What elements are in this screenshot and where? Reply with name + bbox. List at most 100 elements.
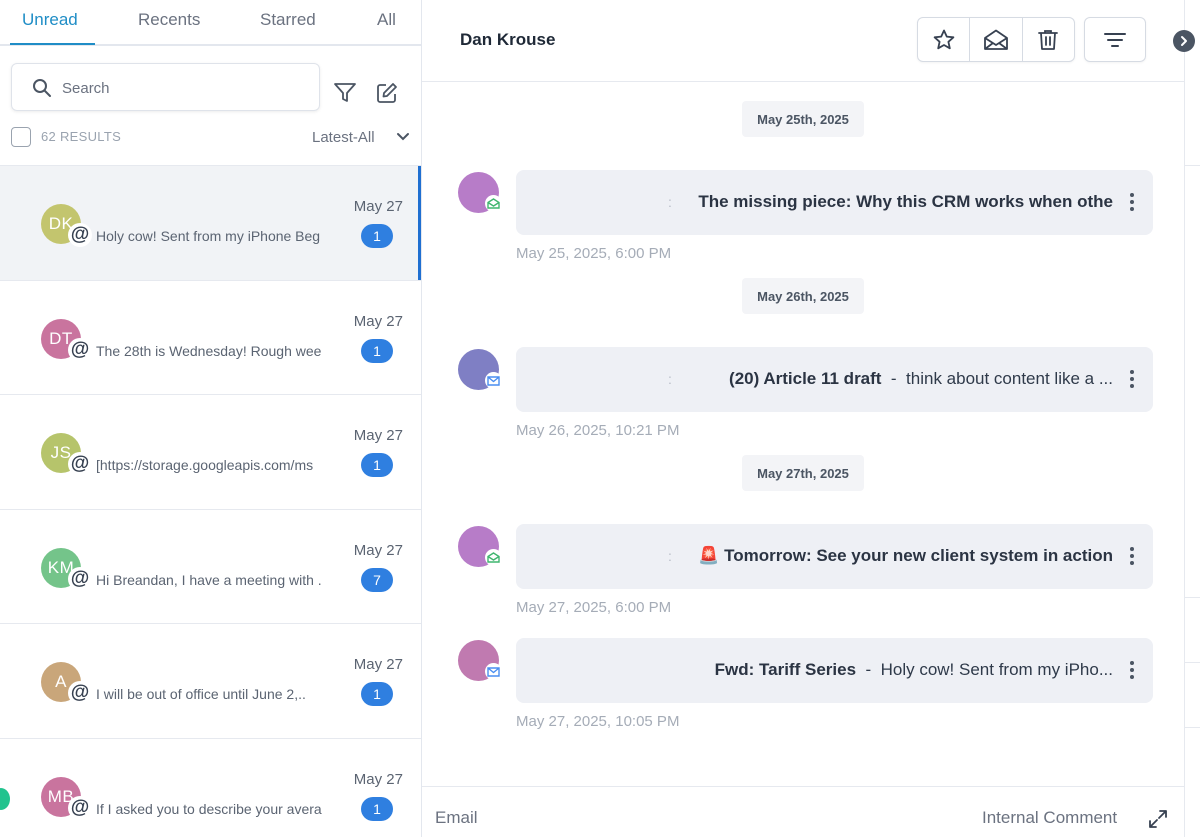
message-timestamp: May 27, 2025, 10:05 PM — [516, 713, 680, 730]
conversation-list: DK @ Holy cow! Sent from my iPhone Beg M… — [0, 165, 421, 837]
mark-unread-button[interactable] — [969, 18, 1021, 61]
unread-count-badge: 7 — [361, 567, 393, 592]
search-input[interactable] — [62, 77, 302, 99]
conversation-snippet: Hi Breandan, I have a meeting with . — [96, 571, 322, 588]
conversation-detail-panel: Dan Krouse May 25th, 2025 May 26th, 2025… — [422, 0, 1184, 837]
composer-tab-internal-comment[interactable]: Internal Comment — [982, 808, 1117, 828]
message-bubble[interactable]: : The missing piece: Why this CRM works … — [516, 170, 1153, 235]
message-status-mark: : — [668, 371, 672, 387]
email-opened-icon — [485, 549, 502, 566]
conversation-item[interactable]: MB @ If I asked you to describe your ave… — [0, 737, 421, 837]
conversation-item[interactable]: DT @ The 28th is Wednesday! Rough wee Ma… — [0, 279, 421, 395]
more-vertical-icon[interactable] — [1129, 544, 1135, 568]
more-vertical-icon[interactable] — [1129, 658, 1135, 682]
search-box[interactable] — [11, 63, 320, 111]
star-icon — [933, 29, 954, 49]
conversation-item[interactable]: JS @ [https://storage.googleapis.com/ms … — [0, 394, 421, 509]
mention-icon: @ — [68, 566, 92, 591]
conversation-item[interactable]: DK @ Holy cow! Sent from my iPhone Beg M… — [0, 165, 421, 280]
message-subject: (20) Article 11 draft - think about cont… — [729, 369, 1113, 388]
conversation-tabs: Unread Recents Starred All — [0, 0, 421, 46]
unread-count-badge: 1 — [361, 224, 393, 248]
conversation-snippet: Holy cow! Sent from my iPhone Beg — [96, 228, 321, 244]
conversation-date: May 27 — [353, 198, 403, 215]
chevron-down-icon[interactable] — [396, 132, 410, 142]
message-preview: think about content like a ... — [906, 369, 1113, 388]
date-separator: May 26th, 2025 — [742, 278, 864, 314]
message-bubble[interactable]: Fwd: Tariff Series - Holy cow! Sent from… — [516, 638, 1153, 703]
conversations-app: Unread Recents Starred All 62 RESULTS La… — [0, 0, 1200, 837]
email-icon — [485, 372, 502, 389]
divider — [1185, 597, 1200, 598]
sort-dropdown[interactable]: Latest-All — [312, 129, 375, 146]
divider — [1185, 727, 1200, 728]
search-icon — [33, 79, 51, 97]
more-vertical-icon[interactable] — [1129, 190, 1135, 214]
contact-name[interactable]: Dan Krouse — [460, 30, 555, 50]
conversation-snippet: [https://storage.googleapis.com/ms — [96, 457, 314, 473]
conversation-actions — [917, 17, 1075, 62]
mention-icon: @ — [68, 337, 92, 362]
mention-icon: @ — [68, 795, 92, 820]
unread-count-badge: 1 — [361, 453, 393, 477]
message-timestamp: May 26, 2025, 10:21 PM — [516, 422, 680, 439]
unread-count-badge: 1 — [361, 796, 393, 821]
composer-bar: Email Internal Comment — [422, 786, 1184, 837]
compose-icon[interactable] — [376, 82, 398, 104]
date-separator: May 25th, 2025 — [742, 101, 864, 137]
unread-count-badge: 1 — [361, 338, 393, 363]
conversation-date: May 27 — [353, 427, 403, 444]
conversation-snippet: If I asked you to describe your avera — [96, 800, 322, 817]
conversation-snippet: I will be out of office until June 2,.. — [96, 686, 306, 702]
mention-icon: @ — [68, 681, 92, 705]
right-sidebar-edge — [1184, 0, 1200, 837]
divider — [1185, 662, 1200, 663]
message-timestamp: May 27, 2025, 6:00 PM — [516, 599, 672, 616]
active-tab-indicator — [10, 43, 95, 45]
composer-tab-email[interactable]: Email — [435, 808, 478, 828]
chevron-right-icon — [1181, 36, 1187, 46]
unread-count-badge: 1 — [361, 682, 393, 706]
date-separator: May 27th, 2025 — [742, 455, 864, 491]
mention-icon: @ — [68, 452, 92, 476]
conversation-date: May 27 — [353, 541, 403, 559]
message-subject: The missing piece: Why this CRM works wh… — [698, 192, 1113, 211]
envelope-open-icon — [984, 29, 1008, 50]
conversation-item[interactable]: A @ I will be out of office until June 2… — [0, 623, 421, 738]
tab-starred[interactable]: Starred — [260, 10, 316, 30]
trash-icon — [1038, 29, 1059, 50]
message-preview: Holy cow! Sent from my iPho... — [880, 660, 1113, 679]
message-bubble[interactable]: : 🚨 Tomorrow: See your new client system… — [516, 524, 1153, 589]
conversation-header: Dan Krouse — [422, 0, 1184, 82]
expand-icon[interactable] — [1148, 809, 1168, 829]
select-all-checkbox[interactable] — [11, 127, 31, 147]
conversation-date: May 27 — [353, 770, 403, 788]
conversation-date: May 27 — [353, 656, 403, 673]
tab-all[interactable]: All — [377, 10, 396, 30]
conversation-item[interactable]: KM @ Hi Breandan, I have a meeting with … — [0, 508, 421, 624]
message-subject: 🚨 Tomorrow: See your new client system i… — [698, 546, 1113, 565]
mention-icon: @ — [68, 223, 92, 247]
filter-icon[interactable] — [333, 82, 357, 104]
conversation-snippet: The 28th is Wednesday! Rough wee — [96, 342, 322, 359]
delete-button[interactable] — [1021, 18, 1074, 61]
sort-lines-icon — [1104, 32, 1126, 47]
tab-recents[interactable]: Recents — [138, 10, 200, 30]
email-opened-icon — [485, 195, 502, 212]
conversation-list-panel: Unread Recents Starred All 62 RESULTS La… — [0, 0, 422, 837]
message-subject: Fwd: Tariff Series - Holy cow! Sent from… — [714, 660, 1113, 679]
more-vertical-icon[interactable] — [1129, 367, 1135, 391]
message-timestamp: May 25, 2025, 6:00 PM — [516, 245, 672, 262]
star-button[interactable] — [918, 18, 969, 61]
message-filter-button[interactable] — [1084, 17, 1146, 62]
email-icon — [485, 663, 502, 680]
tab-unread[interactable]: Unread — [22, 10, 78, 30]
divider — [1185, 165, 1200, 166]
message-bubble[interactable]: : (20) Article 11 draft - think about co… — [516, 347, 1153, 412]
conversation-date: May 27 — [353, 312, 403, 330]
message-status-mark: : — [668, 548, 672, 564]
collapse-panel-button[interactable] — [1173, 30, 1195, 52]
message-status-mark: : — [668, 194, 672, 210]
results-count: 62 RESULTS — [41, 129, 122, 144]
siren-icon: 🚨 — [698, 546, 720, 565]
